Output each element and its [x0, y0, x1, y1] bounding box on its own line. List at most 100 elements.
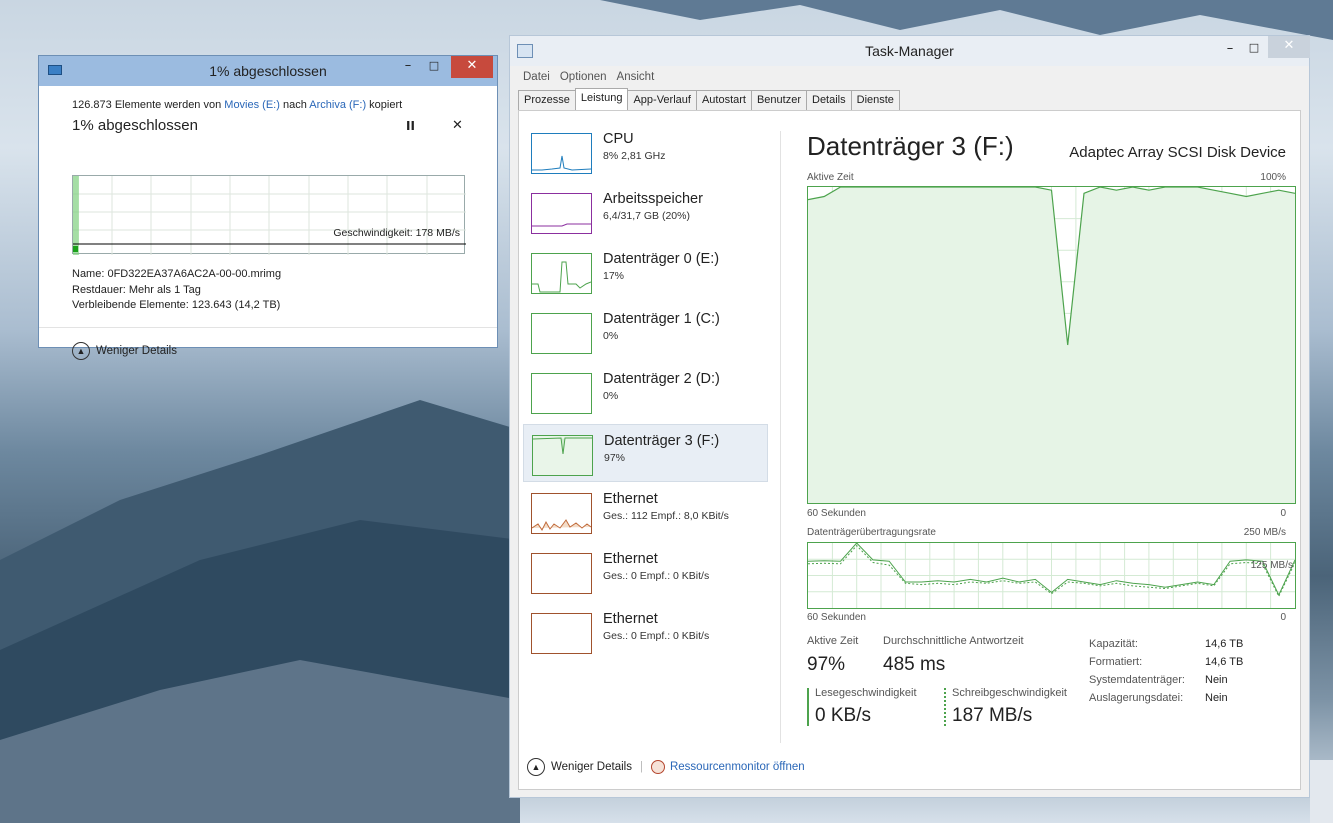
maximize-button[interactable]: □ — [425, 56, 443, 78]
menu-datei[interactable]: Datei — [523, 71, 550, 83]
menu-ansicht[interactable]: Ansicht — [617, 71, 655, 83]
sidebar-item-label: Datenträger 1 (C:) — [603, 311, 720, 327]
sidebar-item-label: Ethernet — [603, 611, 658, 627]
menu-optionen[interactable]: Optionen — [560, 71, 607, 83]
cancel-button[interactable]: ✕ — [452, 118, 463, 133]
sidebar-item-disk-1[interactable]: Datenträger 1 (C:) 0% — [523, 303, 768, 361]
maximize-button[interactable]: □ — [1245, 38, 1263, 60]
close-button[interactable]: ✕ — [1268, 36, 1310, 58]
prop-value: 14,6 TB — [1205, 638, 1244, 650]
sidebar-item-disk-0[interactable]: Datenträger 0 (E:) 17% — [523, 243, 768, 301]
resource-sidebar: CPU 8% 2,81 GHz Arbeitsspeicher 6,4/31,7… — [519, 111, 771, 746]
chevron-up-icon: ▲ — [527, 758, 545, 776]
active-time-stat-label: Aktive Zeit — [807, 635, 859, 647]
source-link[interactable]: Movies (E:) — [224, 99, 280, 111]
disk-heading: Datenträger 3 (F:) — [807, 131, 1014, 161]
disk-1-mini-graph — [531, 313, 592, 354]
resource-monitor-link[interactable]: Ressourcenmonitor öffnen — [650, 760, 805, 774]
close-button[interactable]: ✕ — [451, 56, 493, 78]
fewer-details-button[interactable]: ▲ Weniger Details — [72, 342, 177, 360]
disk-detail-pane: Datenträger 3 (F:) Adaptec Array SCSI Di… — [798, 111, 1300, 789]
write-indicator — [944, 688, 946, 726]
pause-button[interactable]: II — [406, 119, 415, 133]
memory-mini-graph — [531, 193, 592, 234]
performance-panel: CPU 8% 2,81 GHz Arbeitsspeicher 6,4/31,7… — [518, 110, 1301, 790]
avg-response-value: 485 ms — [883, 654, 946, 675]
prop-key: Systemdatenträger: — [1089, 674, 1185, 686]
prop-value: 14,6 TB — [1205, 656, 1244, 668]
sidebar-item-sub: 0% — [603, 390, 619, 402]
destination-link[interactable]: Archiva (F:) — [309, 99, 366, 111]
tab-bar: Prozesse Leistung App-Verlauf Autostart … — [518, 88, 900, 112]
prop-key: Formatiert: — [1089, 656, 1143, 668]
transfer-mid: 125 MB/s — [1250, 560, 1293, 571]
sidebar-item-sub: 17% — [603, 270, 625, 282]
tab-autostart[interactable]: Autostart — [695, 90, 752, 112]
seconds-label: 60 Sekunden — [807, 508, 866, 519]
transfer-max: 250 MB/s — [1243, 527, 1286, 538]
minimize-button[interactable]: – — [1221, 39, 1239, 61]
copy-count-text: 126.873 Elemente werden von — [72, 99, 225, 111]
copy-speed-graph: Geschwindigkeit: 178 MB/s — [72, 175, 466, 255]
active-time-chart-label: Aktive Zeit — [807, 172, 854, 183]
sidebar-item-cpu[interactable]: CPU 8% 2,81 GHz — [523, 123, 768, 181]
active-time-area — [808, 187, 1295, 503]
copy-end-text: kopiert — [366, 99, 403, 111]
disk-2-mini-graph — [531, 373, 592, 414]
sidebar-item-sub: 6,4/31,7 GB (20%) — [603, 210, 690, 222]
remaining-time: Restdauer: Mehr als 1 Tag — [72, 283, 201, 296]
file-name: Name: 0FD322EA37A6AC2A-00-00.mrimg — [72, 268, 282, 280]
sidebar-item-ethernet-3[interactable]: Ethernet Ges.: 0 Empf.: 0 KBit/s — [523, 603, 768, 661]
sidebar-item-sub: 0% — [603, 330, 619, 342]
ethernet-3-mini-graph — [531, 613, 592, 654]
resource-monitor-icon — [650, 760, 665, 774]
ethernet-1-mini-graph — [531, 493, 592, 534]
tab-prozesse[interactable]: Prozesse — [518, 90, 576, 112]
fewer-details-label: Weniger Details — [551, 761, 632, 773]
sidebar-item-disk-2[interactable]: Datenträger 2 (D:) 0% — [523, 363, 768, 421]
divider — [39, 327, 497, 328]
remaining-items: Verbleibende Elemente: 123.643 (14,2 TB) — [72, 299, 281, 311]
write-speed-value: 187 MB/s — [952, 705, 1033, 726]
copy-progress-fill — [73, 176, 79, 255]
footer-bar: ▲ Weniger Details | Ressourcenmonitor öf… — [519, 745, 1300, 789]
sidebar-item-sub: Ges.: 0 Empf.: 0 KBit/s — [603, 570, 710, 582]
tab-details[interactable]: Details — [806, 90, 852, 112]
prop-value: Nein — [1205, 674, 1228, 686]
prop-key: Auslagerungsdatei: — [1089, 692, 1184, 704]
fewer-details-label: Weniger Details — [96, 345, 177, 357]
sidebar-item-sub: 97% — [604, 452, 626, 464]
sidebar-item-ethernet-2[interactable]: Ethernet Ges.: 0 Empf.: 0 KBit/s — [523, 543, 768, 601]
sidebar-item-ethernet-1[interactable]: Ethernet Ges.: 112 Empf.: 8,0 KBit/s — [523, 483, 768, 541]
sidebar-item-disk-3[interactable]: Datenträger 3 (F:) 97% — [523, 424, 768, 482]
copy-dialog-titlebar[interactable]: 1% abgeschlossen – □ ✕ — [39, 56, 497, 86]
menu-bar: Datei Optionen Ansicht — [510, 66, 1309, 88]
fewer-details-button[interactable]: ▲ Weniger Details — [527, 758, 632, 776]
seconds-label: 60 Sekunden — [807, 612, 866, 623]
tab-benutzer[interactable]: Benutzer — [750, 90, 807, 112]
sidebar-item-label: Datenträger 3 (F:) — [604, 433, 720, 449]
active-time-stat-value: 97% — [807, 654, 846, 675]
resource-monitor-label: Ressourcenmonitor öffnen — [669, 761, 805, 773]
active-time-max: 100% — [1260, 172, 1286, 183]
tab-app-verlauf[interactable]: App-Verlauf — [627, 90, 697, 112]
active-time-chart — [807, 186, 1296, 504]
zero-label: 0 — [1280, 508, 1286, 519]
tab-leistung[interactable]: Leistung — [574, 88, 629, 110]
disk-properties: Kapazität: 14,6 TB Formatiert: 14,6 TB Sys… — [1089, 635, 1243, 707]
sidebar-item-sub: 8% 2,81 GHz — [603, 150, 666, 162]
prop-value: Nein — [1205, 692, 1228, 704]
task-manager-titlebar[interactable]: Task-Manager – □ ✕ — [510, 36, 1310, 66]
panel-divider — [780, 131, 781, 743]
sidebar-item-label: Ethernet — [603, 551, 658, 567]
sidebar-item-label: Arbeitsspeicher — [603, 191, 703, 207]
read-speed-label: Lesegeschwindigkeit — [815, 687, 917, 699]
sidebar-item-memory[interactable]: Arbeitsspeicher 6,4/31,7 GB (20%) — [523, 183, 768, 241]
task-manager-title: Task-Manager — [865, 43, 954, 59]
ethernet-2-mini-graph — [531, 553, 592, 594]
minimize-button[interactable]: – — [399, 56, 417, 78]
tab-dienste[interactable]: Dienste — [850, 90, 900, 112]
task-manager-window: Task-Manager – □ ✕ Datei Optionen Ansich… — [509, 35, 1310, 798]
sidebar-item-sub: Ges.: 0 Empf.: 0 KBit/s — [603, 630, 710, 642]
avg-response-label: Durchschnittliche Antwortzeit — [883, 635, 1024, 647]
